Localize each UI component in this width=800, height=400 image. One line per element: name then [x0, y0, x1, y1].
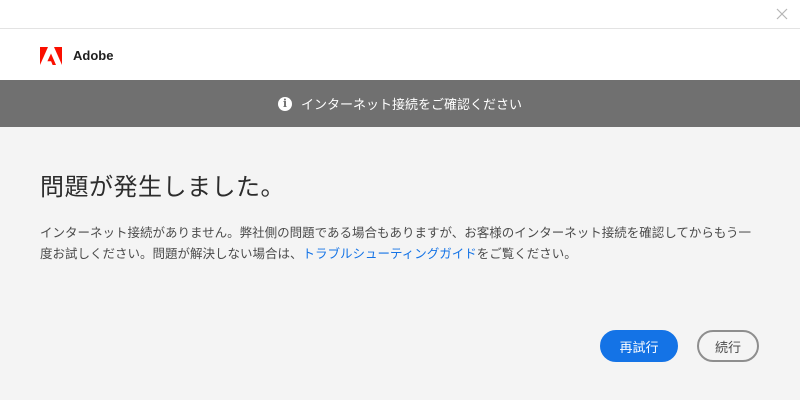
dialog-body: インターネット接続がありません。弊社側の問題である場合もありますが、お客様のイン… [40, 222, 760, 264]
close-button[interactable] [770, 2, 794, 26]
banner-message: インターネット接続をご確認ください [300, 98, 522, 113]
body-text-after-link: をご覧ください。 [476, 246, 577, 261]
dialog-title: 問題が発生しました。 [40, 173, 285, 201]
adobe-logo-icon [40, 47, 62, 65]
continue-button[interactable]: 続行 [697, 330, 759, 362]
title-bar [0, 0, 800, 28]
app-window: Adobe i インターネット接続をご確認ください 問題が発生しました。 インタ… [0, 0, 800, 400]
brand-name: Adobe [73, 48, 114, 63]
retry-button[interactable]: 再試行 [600, 330, 678, 362]
dialog-content: 問題が発生しました。 インターネット接続がありません。弊社側の問題である場合もあ… [0, 127, 800, 400]
connection-banner: i インターネット接続をご確認ください [0, 80, 800, 127]
app-header: Adobe [0, 28, 800, 80]
info-icon: i [277, 96, 292, 111]
troubleshooting-guide-link[interactable]: トラブルシューティングガイド [303, 246, 477, 261]
close-icon [776, 8, 788, 20]
